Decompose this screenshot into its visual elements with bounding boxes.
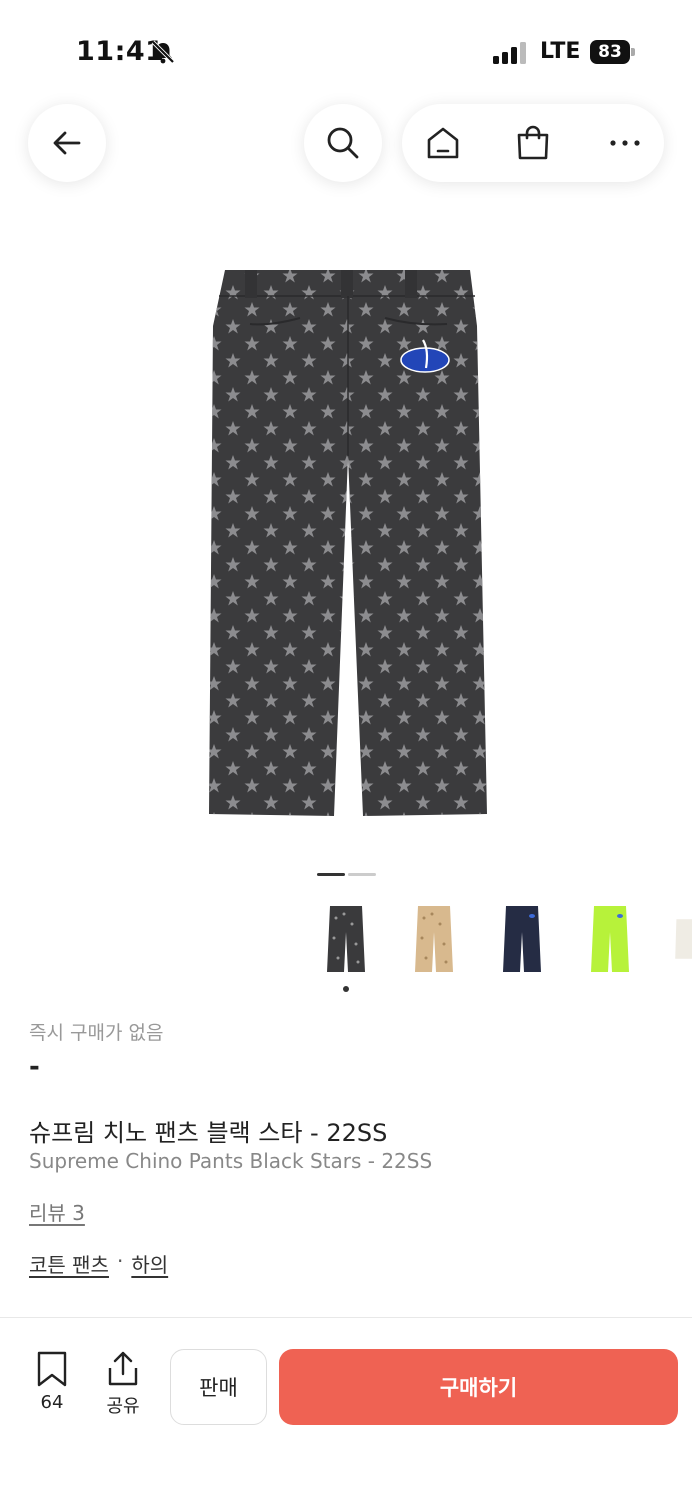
pants-thumbnail — [327, 906, 365, 972]
selected-color-dot — [343, 986, 349, 992]
bottom-action-bar: 64 공유 판매 구매하기 — [0, 1330, 692, 1500]
back-arrow-icon — [53, 131, 81, 155]
color-option-natural[interactable] — [668, 904, 692, 980]
back-button[interactable] — [28, 104, 106, 182]
bell-slash-icon — [151, 40, 175, 64]
search-icon — [327, 127, 359, 159]
product-title-ko: 슈프림 치노 팬츠 블랙 스타 - 22SS — [29, 1119, 388, 1147]
price: - — [29, 1052, 40, 1082]
search-button[interactable] — [304, 104, 382, 182]
category-separator: · — [116, 1249, 124, 1273]
color-option-black-stars[interactable] — [316, 904, 376, 980]
sell-button[interactable]: 판매 — [170, 1349, 267, 1425]
battery-indicator: 83 — [590, 40, 635, 64]
product-image[interactable] — [205, 266, 490, 822]
header — [0, 100, 692, 190]
network-label: LTE — [540, 39, 581, 64]
category-bottoms[interactable]: 하의 — [131, 1249, 168, 1278]
cart-button[interactable] — [494, 104, 572, 182]
color-option-lime[interactable] — [580, 904, 640, 980]
battery-tip — [631, 48, 635, 56]
pants-thumbnail — [415, 906, 453, 972]
divider — [0, 1317, 692, 1318]
color-options — [0, 900, 692, 1000]
product-title-en: Supreme Chino Pants Black Stars - 22SS — [29, 1149, 433, 1173]
bookmark-button[interactable]: 64 — [22, 1350, 82, 1430]
header-actions — [402, 104, 664, 182]
signal-icon — [493, 42, 526, 64]
share-label: 공유 — [106, 1396, 140, 1417]
image-indicator — [348, 873, 376, 876]
status-bar: 11:41 LTE 83 — [0, 0, 692, 90]
category-cotton-pants[interactable]: 코튼 팬츠 — [29, 1249, 109, 1278]
share-button[interactable]: 공유 — [93, 1350, 153, 1430]
pants-thumbnail — [591, 906, 629, 972]
buy-button[interactable]: 구매하기 — [279, 1349, 678, 1425]
bookmark-icon — [37, 1351, 67, 1387]
share-icon — [108, 1351, 138, 1386]
more-icon — [610, 140, 640, 146]
instant-purchase-status: 즉시 구매가 없음 — [29, 1022, 164, 1044]
image-indicator-active — [317, 873, 345, 876]
pants-thumbnail — [675, 919, 692, 959]
color-option-tan-stars[interactable] — [404, 904, 464, 980]
category-breadcrumb: 코튼 팬츠 · 하의 — [29, 1249, 168, 1278]
home-button[interactable] — [404, 104, 482, 182]
home-icon — [427, 127, 459, 159]
color-option-navy[interactable] — [492, 904, 552, 980]
bookmark-count: 64 — [40, 1392, 64, 1413]
shopping-bag-icon — [517, 125, 549, 160]
more-button[interactable] — [586, 104, 664, 182]
battery-level: 83 — [590, 40, 630, 64]
review-link[interactable]: 리뷰 3 — [29, 1197, 85, 1226]
pants-thumbnail — [503, 906, 541, 972]
